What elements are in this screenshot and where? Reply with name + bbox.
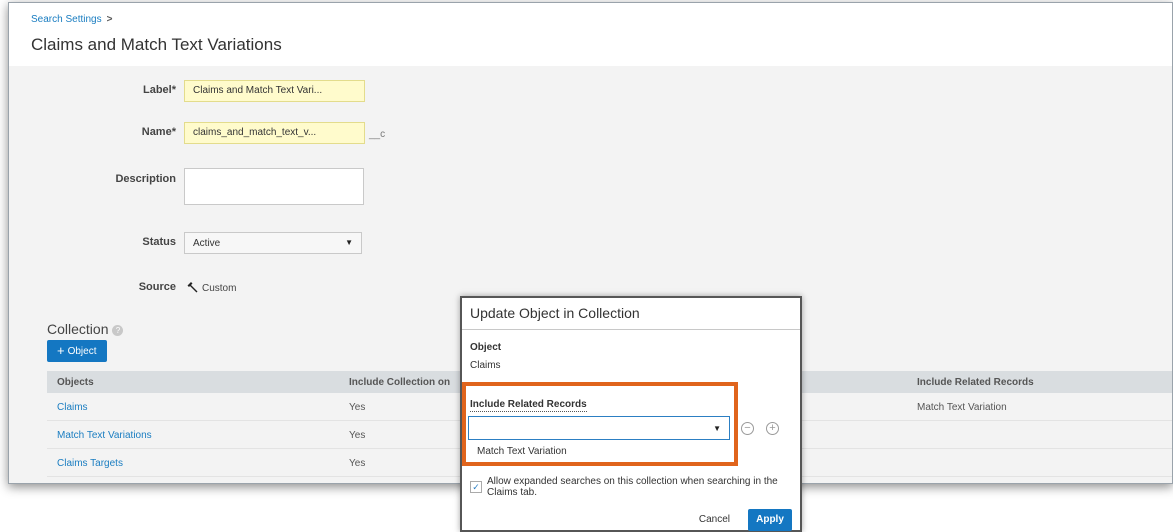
status-select-value: Active	[193, 238, 221, 249]
page-header: Search Settings > Claims and Match Text V…	[9, 3, 1172, 66]
label-field-label: Label*	[142, 84, 176, 96]
column-header-include-related[interactable]: Include Related Records	[917, 377, 1034, 388]
plus-icon: +	[57, 343, 65, 358]
status-field-label: Status	[142, 236, 176, 248]
collection-title: Collection	[47, 321, 109, 337]
breadcrumb: Search Settings >	[31, 14, 112, 25]
related-records-option[interactable]: Match Text Variation	[477, 446, 567, 457]
description-field-label: Description	[115, 173, 176, 185]
hammer-icon	[187, 282, 198, 293]
page-title: Claims and Match Text Variations	[31, 35, 282, 54]
source-field-label: Source	[138, 281, 176, 293]
apply-button[interactable]: Apply	[748, 509, 792, 531]
info-icon[interactable]: ?	[112, 325, 124, 336]
name-field-label: Name*	[141, 126, 176, 138]
expanded-search-checkbox[interactable]: ✓	[470, 481, 482, 493]
status-select[interactable]: Active ▼	[184, 232, 362, 254]
related-records-label: Include Related Records	[470, 399, 587, 412]
row-object-link[interactable]: Claims Targets	[57, 458, 123, 469]
related-records-select[interactable]: ▼	[468, 416, 730, 440]
breadcrumb-search-settings[interactable]: Search Settings	[31, 14, 102, 25]
add-object-label: Object	[67, 346, 97, 357]
modal-object-value: Claims	[470, 360, 501, 371]
column-header-include-collection[interactable]: Include Collection on	[349, 377, 450, 388]
chevron-down-icon: ▼	[345, 238, 353, 247]
label-input[interactable]: Claims and Match Text Vari...	[184, 80, 365, 102]
update-object-modal: Update Object in Collection Object Claim…	[460, 296, 802, 532]
source-text: Custom	[202, 283, 237, 294]
row-object-link[interactable]: Match Text Variations	[57, 430, 152, 441]
column-header-objects[interactable]: Objects	[57, 377, 94, 388]
plus-circle-icon[interactable]: +	[766, 422, 779, 435]
cancel-button[interactable]: Cancel	[699, 514, 730, 525]
add-object-button[interactable]: + Object	[47, 340, 107, 362]
name-input[interactable]: claims_and_match_text_v...	[184, 122, 365, 144]
minus-circle-icon[interactable]: −	[741, 422, 754, 435]
source-value: Custom	[186, 281, 236, 294]
modal-title: Update Object in Collection	[470, 305, 640, 321]
collection-heading: Collection?	[47, 321, 124, 337]
name-suffix: __c	[369, 129, 386, 140]
row-related-value: Match Text Variation	[917, 402, 1007, 413]
modal-divider	[462, 329, 800, 330]
row-include-value: Yes	[349, 458, 366, 469]
row-include-value: Yes	[349, 430, 366, 441]
modal-object-label: Object	[470, 342, 502, 353]
description-textarea[interactable]	[184, 168, 364, 205]
expanded-search-label: Allow expanded searches on this collecti…	[487, 476, 778, 498]
breadcrumb-separator: >	[106, 14, 113, 25]
row-object-link[interactable]: Claims	[57, 402, 88, 413]
row-include-value: Yes	[349, 402, 366, 413]
chevron-down-icon: ▼	[713, 424, 721, 433]
